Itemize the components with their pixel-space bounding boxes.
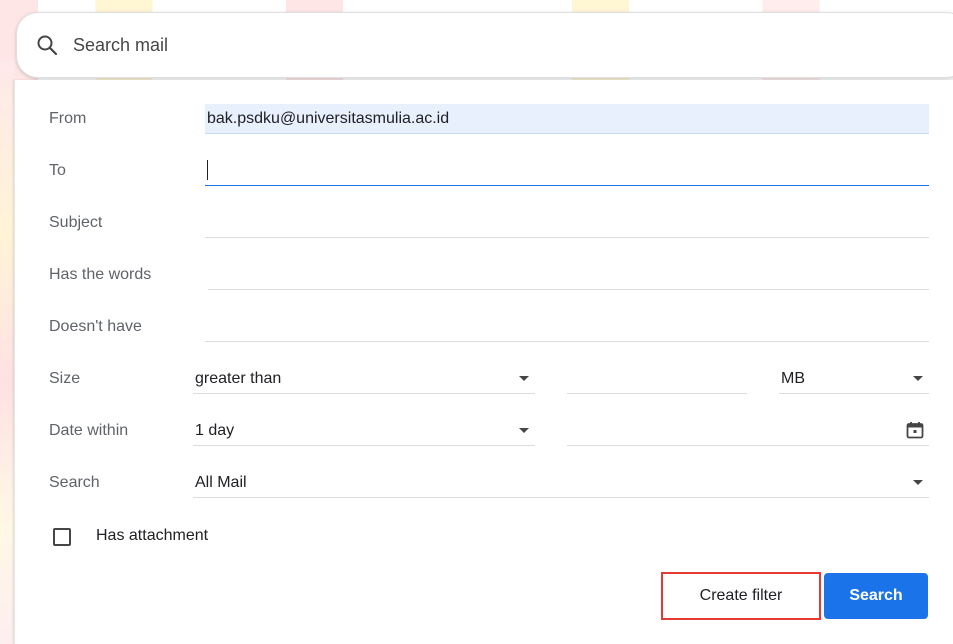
has-attachment-label[interactable]: Has attachment: [96, 527, 208, 545]
row-to: To: [15, 152, 953, 192]
search-in-select[interactable]: All Mail: [193, 468, 929, 498]
size-label: Size: [49, 370, 81, 387]
has-attachment-checkbox[interactable]: [53, 528, 71, 546]
row-search-in: Search All Mail: [15, 464, 953, 504]
date-within-label: Date within: [49, 422, 129, 439]
row-doesnt-have: Doesn't have: [15, 308, 953, 348]
search-input[interactable]: [73, 34, 673, 56]
search-button[interactable]: Search: [824, 573, 928, 619]
size-operator-select[interactable]: greater than: [193, 364, 535, 394]
subject-field[interactable]: [205, 208, 929, 238]
from-label: From: [49, 110, 87, 127]
search-bar[interactable]: [16, 12, 953, 78]
search-in-label: Search: [49, 474, 100, 491]
size-unit-select[interactable]: MB: [779, 364, 929, 394]
date-within-select[interactable]: 1 day: [193, 416, 535, 446]
row-size: Size greater than MB: [15, 360, 953, 400]
search-icon[interactable]: [35, 33, 59, 57]
size-operator-value: greater than: [195, 370, 282, 387]
dropdown-arrow-icon: [913, 480, 923, 485]
subject-label: Subject: [49, 214, 103, 231]
text-cursor: [207, 160, 208, 180]
to-label: To: [49, 162, 66, 179]
date-within-value: 1 day: [195, 422, 235, 439]
size-value-field[interactable]: [567, 364, 747, 394]
row-subject: Subject: [15, 204, 953, 244]
date-field[interactable]: [567, 416, 929, 446]
background-sidebar: [0, 60, 14, 644]
doesnt-have-field[interactable]: [205, 312, 929, 342]
row-date-within: Date within 1 day: [15, 412, 953, 452]
from-field[interactable]: [205, 104, 929, 134]
dropdown-arrow-icon: [519, 428, 529, 433]
has-words-label: Has the words: [49, 266, 152, 283]
calendar-icon[interactable]: [905, 420, 925, 440]
row-has-words: Has the words: [15, 256, 953, 296]
row-from: From: [15, 100, 953, 140]
dropdown-arrow-icon: [519, 376, 529, 381]
doesnt-have-label: Doesn't have: [49, 318, 142, 335]
create-filter-button[interactable]: Create filter: [661, 572, 821, 620]
has-words-field[interactable]: [208, 260, 929, 290]
search-in-value: All Mail: [195, 474, 247, 491]
dropdown-arrow-icon: [913, 376, 923, 381]
advanced-search-panel: From To Subject Has the words Doesn't ha…: [14, 80, 953, 644]
to-field[interactable]: [205, 156, 929, 186]
size-unit-value: MB: [781, 370, 805, 387]
